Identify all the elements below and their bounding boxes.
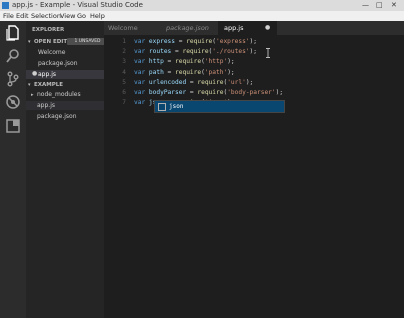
function-name: require bbox=[175, 68, 202, 76]
keyword: var bbox=[134, 99, 146, 107]
file-app-js: app.js bbox=[37, 102, 55, 109]
menu-file[interactable]: File bbox=[3, 11, 14, 21]
string-literal: 'url' bbox=[227, 78, 246, 86]
open-editor-app-js: app.js bbox=[38, 71, 56, 78]
op: = bbox=[163, 68, 176, 76]
code-editor[interactable]: 1 var express = require('express'); 2 var r… bbox=[104, 35, 404, 318]
tab-app-js[interactable]: app.js ● bbox=[218, 21, 277, 35]
function-name: require bbox=[197, 78, 224, 86]
op: = bbox=[171, 48, 183, 56]
tab-label: package.json bbox=[166, 24, 209, 32]
op: = bbox=[163, 58, 176, 66]
paren: ); bbox=[249, 48, 257, 56]
paren: ); bbox=[275, 89, 284, 96]
menu-help[interactable]: Help bbox=[90, 11, 105, 21]
keyword: var bbox=[134, 58, 146, 66]
text-cursor-icon bbox=[266, 48, 270, 58]
maximize-button[interactable]: □ bbox=[376, 0, 383, 11]
op: = bbox=[186, 89, 198, 96]
keyword: var bbox=[134, 78, 146, 86]
string-literal: 'path' bbox=[204, 68, 228, 76]
line-number: 2 bbox=[122, 48, 126, 56]
explorer-sidebar: EXPLORER ▾ OPEN EDITORS 1 UNSAVED Welcom… bbox=[26, 21, 108, 318]
identifier: urlencoded bbox=[148, 78, 187, 86]
unsaved-dot-icon[interactable]: ● bbox=[265, 21, 270, 35]
autocomplete-label: json bbox=[169, 103, 184, 110]
search-icon[interactable] bbox=[5, 48, 21, 64]
code-line[interactable]: var routes = require('./routes'); bbox=[134, 48, 257, 55]
unsaved-badge: 1 UNSAVED bbox=[67, 38, 108, 45]
menu-go[interactable]: Go bbox=[77, 11, 86, 21]
unsaved-dot-icon: ● bbox=[32, 70, 38, 77]
code-line[interactable]: var urlencoded = require('url'); bbox=[134, 79, 253, 86]
editor-tab-bar: Welcome package.json app.js ● bbox=[104, 21, 404, 35]
keyword: var bbox=[134, 89, 146, 96]
tab-package-json[interactable]: package.json bbox=[162, 21, 218, 35]
code-line[interactable]: var path = require('path'); bbox=[134, 69, 235, 76]
title-bar: app.js - Example - Visual Studio Code — … bbox=[0, 0, 404, 11]
line-number: 5 bbox=[122, 78, 126, 86]
paren: ); bbox=[227, 68, 235, 76]
open-editor-package-json[interactable]: package.json bbox=[38, 60, 78, 68]
chevron-right-icon[interactable]: ▸ bbox=[31, 91, 34, 99]
identifier: express bbox=[148, 38, 175, 45]
menu-view[interactable]: View bbox=[60, 11, 75, 21]
debug-icon[interactable] bbox=[5, 94, 21, 110]
symbol-icon bbox=[158, 103, 166, 111]
keyword: var bbox=[134, 38, 146, 45]
window-title: app.js - Example - Visual Studio Code bbox=[12, 1, 143, 9]
line-number: 7 bbox=[122, 99, 126, 107]
line-number: 1 bbox=[122, 38, 126, 45]
op: = bbox=[186, 78, 198, 86]
project-header[interactable]: EXAMPLE bbox=[34, 81, 63, 89]
identifier: routes bbox=[148, 48, 172, 56]
identifier: bodyParser bbox=[148, 89, 187, 96]
chevron-down-icon[interactable]: ▾ bbox=[28, 81, 31, 89]
op: = bbox=[175, 38, 187, 45]
git-icon[interactable] bbox=[5, 71, 21, 87]
paren: ); bbox=[227, 58, 235, 66]
vscode-app-icon bbox=[2, 2, 9, 9]
keyword: var bbox=[134, 68, 146, 76]
code-line[interactable]: var bodyParser = require('body-parser'); bbox=[134, 89, 283, 96]
tab-welcome[interactable]: Welcome bbox=[104, 21, 162, 35]
function-name: require bbox=[182, 48, 209, 56]
string-literal: './routes' bbox=[212, 48, 250, 56]
code-line[interactable]: var http = require('http'); bbox=[134, 58, 235, 65]
string-literal: 'body-parser' bbox=[227, 89, 276, 96]
open-editor-app-js-row[interactable]: ● app.js bbox=[26, 70, 104, 79]
chevron-down-icon[interactable]: ▾ bbox=[28, 38, 31, 46]
minimize-button[interactable]: — bbox=[362, 0, 369, 11]
extensions-icon[interactable] bbox=[5, 118, 21, 134]
function-name: require bbox=[175, 58, 202, 66]
code-line[interactable]: var express = require('express'); bbox=[134, 38, 257, 45]
function-name: require bbox=[197, 89, 224, 96]
tab-label: Welcome bbox=[108, 24, 138, 32]
line-number: 4 bbox=[122, 68, 126, 76]
identifier: path bbox=[148, 68, 164, 76]
paren: ); bbox=[245, 78, 254, 86]
function-name: require bbox=[186, 38, 213, 45]
tab-label: app.js bbox=[224, 24, 244, 32]
menu-edit[interactable]: Edit bbox=[16, 11, 29, 21]
menu-bar: File Edit Selection View Go Help bbox=[0, 11, 404, 21]
identifier: http bbox=[148, 58, 164, 66]
files-icon[interactable] bbox=[5, 25, 21, 41]
autocomplete-item[interactable]: json bbox=[155, 101, 284, 112]
activity-bar bbox=[0, 21, 26, 318]
keyword: var bbox=[134, 48, 146, 56]
string-literal: 'http' bbox=[204, 58, 228, 66]
line-number: 6 bbox=[122, 89, 126, 96]
menu-selection[interactable]: Selection bbox=[31, 11, 61, 21]
line-number: 3 bbox=[122, 58, 126, 66]
string-literal: 'express' bbox=[216, 38, 250, 45]
close-button[interactable]: ✕ bbox=[391, 0, 397, 11]
file-package-json[interactable]: package.json bbox=[37, 113, 77, 121]
folder-node-modules[interactable]: node_modules bbox=[37, 91, 81, 99]
file-app-js-row[interactable]: app.js bbox=[26, 101, 104, 110]
autocomplete-popup: json bbox=[154, 100, 285, 113]
open-editor-welcome[interactable]: Welcome bbox=[38, 49, 65, 57]
explorer-header: EXPLORER bbox=[32, 27, 65, 33]
paren: ); bbox=[249, 38, 257, 45]
